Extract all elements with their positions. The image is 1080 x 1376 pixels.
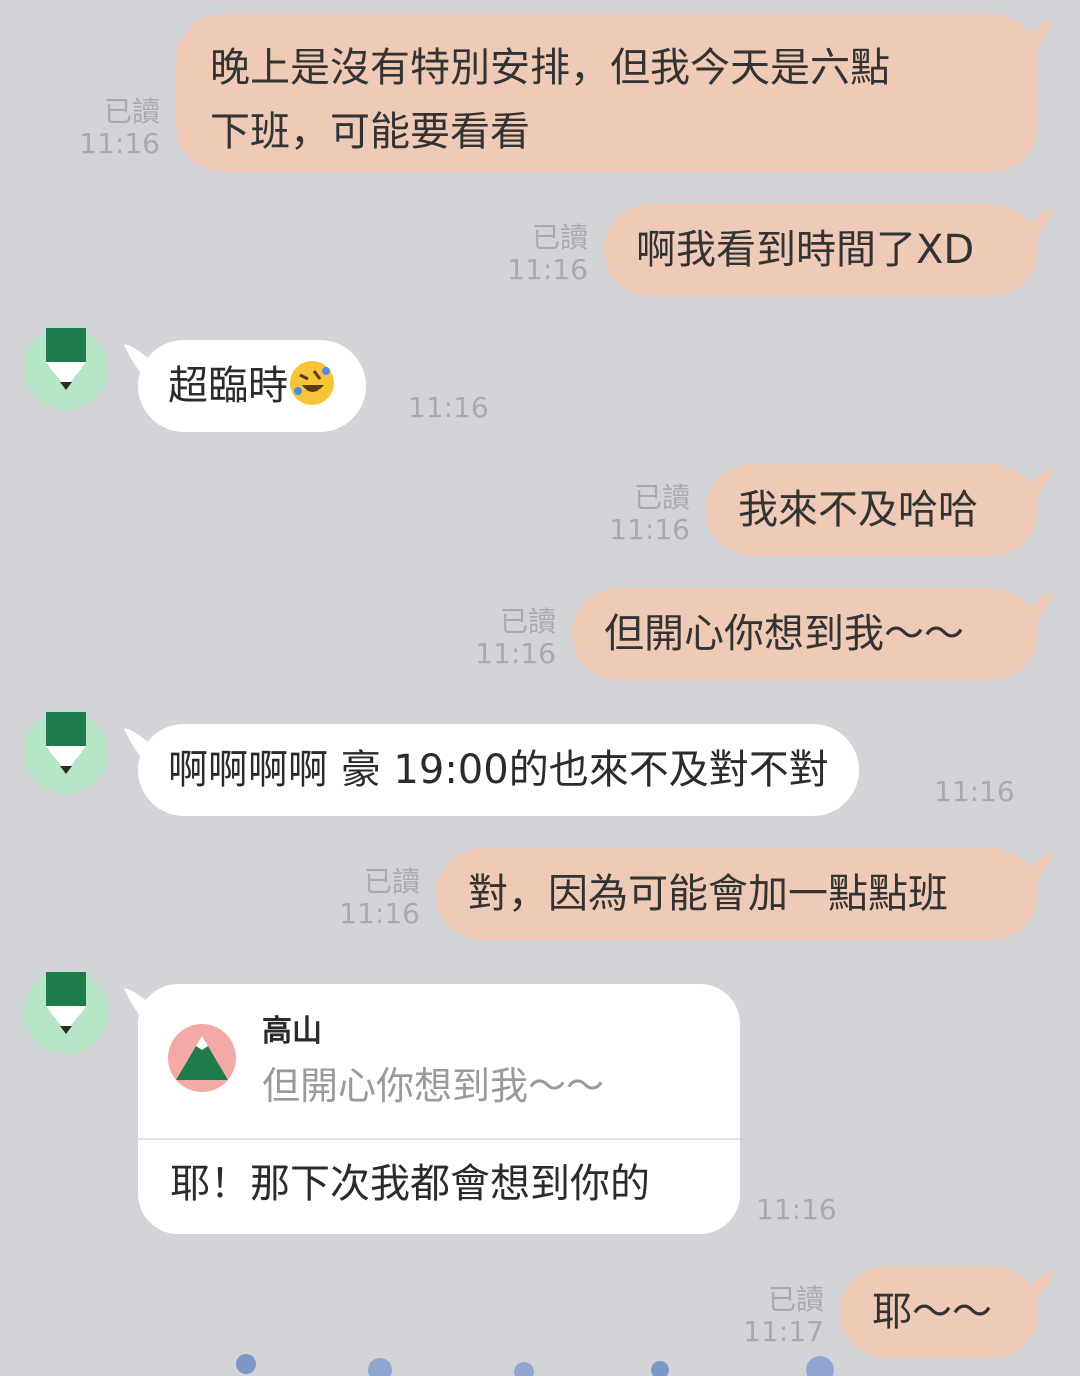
- message-bubble-outgoing[interactable]: 我來不及哈哈: [706, 464, 1038, 556]
- pencil-heart-icon: [46, 972, 86, 1034]
- message-text-line-1: 晚上是沒有特別安排，但我今天是六點: [210, 45, 890, 91]
- quoted-text: 但開心你想到我～～: [262, 1064, 605, 1108]
- read-label: 已讀: [633, 481, 690, 514]
- contact-avatar[interactable]: [24, 326, 108, 410]
- message-bubble-incoming[interactable]: 啊啊啊啊 豪 19:00的也來不及對不對: [138, 724, 859, 816]
- message-text: 啊啊啊啊 豪 19:00的也來不及對不對: [168, 747, 829, 793]
- read-label: 已讀: [103, 95, 160, 128]
- message-time: 11:16: [408, 391, 489, 424]
- read-receipt: 已讀 11:16: [60, 96, 160, 160]
- read-label: 已讀: [363, 865, 420, 898]
- read-receipt: 已讀 11:16: [490, 222, 588, 286]
- message-bubble-outgoing[interactable]: 對，因為可能會加一點點班: [436, 848, 1038, 940]
- message-bubble-outgoing[interactable]: 但開心你想到我～～: [572, 588, 1038, 680]
- message-time: 11:16: [507, 253, 588, 286]
- message-bubble-outgoing[interactable]: 啊我看到時間了XD: [604, 204, 1038, 296]
- background-flower-decoration: [236, 1354, 834, 1376]
- read-receipt: 已讀 11:16: [592, 482, 690, 546]
- message-bubble-outgoing[interactable]: 晚上是沒有特別安排，但我今天是六點 下班，可能要看看: [176, 14, 1038, 172]
- contact-avatar[interactable]: [24, 970, 108, 1054]
- message-text: 耶！那下次我都會想到你的: [170, 1161, 650, 1207]
- read-label: 已讀: [499, 605, 556, 638]
- read-label: 已讀: [531, 221, 588, 254]
- message-time: 11:16: [339, 897, 420, 930]
- reply-message-bubble[interactable]: 高山 但開心你想到我～～ 耶！那下次我都會想到你的: [138, 984, 740, 1234]
- message-text: 對，因為可能會加一點點班: [468, 871, 948, 917]
- message-time: 11:16: [934, 775, 1015, 808]
- message-text-line-2: 下班，可能要看看: [210, 109, 530, 155]
- bubble-tail: [1018, 592, 1054, 628]
- message-text: 超臨時: [168, 363, 288, 409]
- bubble-tail: [1018, 468, 1054, 504]
- message-text: 耶～～: [872, 1289, 992, 1335]
- bubble-tail: [1018, 208, 1054, 244]
- bubble-tail: [1018, 1270, 1054, 1306]
- pencil-heart-icon: [46, 328, 86, 390]
- read-label: 已讀: [767, 1283, 824, 1316]
- bubble-tail: [1018, 18, 1054, 54]
- pencil-heart-icon: [46, 712, 86, 774]
- message-bubble-incoming[interactable]: 超臨時: [138, 340, 366, 432]
- message-text: 我來不及哈哈: [738, 487, 978, 533]
- bubble-tail: [1018, 852, 1054, 888]
- rolling-on-floor-laughing-emoji: [290, 361, 334, 405]
- message-text: 但開心你想到我～～: [604, 611, 964, 657]
- contact-avatar[interactable]: [24, 710, 108, 794]
- mountain-avatar-icon: [168, 1024, 236, 1092]
- read-receipt: 已讀 11:16: [322, 866, 420, 930]
- quoted-message[interactable]: 高山 但開心你想到我～～: [138, 984, 740, 1140]
- message-time: 11:16: [609, 513, 690, 546]
- read-receipt: 已讀 11:16: [456, 606, 556, 670]
- message-time: 11:16: [756, 1193, 837, 1226]
- message-time: 11:16: [475, 637, 556, 670]
- message-time: 11:16: [79, 127, 160, 160]
- quoted-sender-name: 高山: [262, 1014, 322, 1049]
- message-text: 啊我看到時間了XD: [636, 227, 975, 273]
